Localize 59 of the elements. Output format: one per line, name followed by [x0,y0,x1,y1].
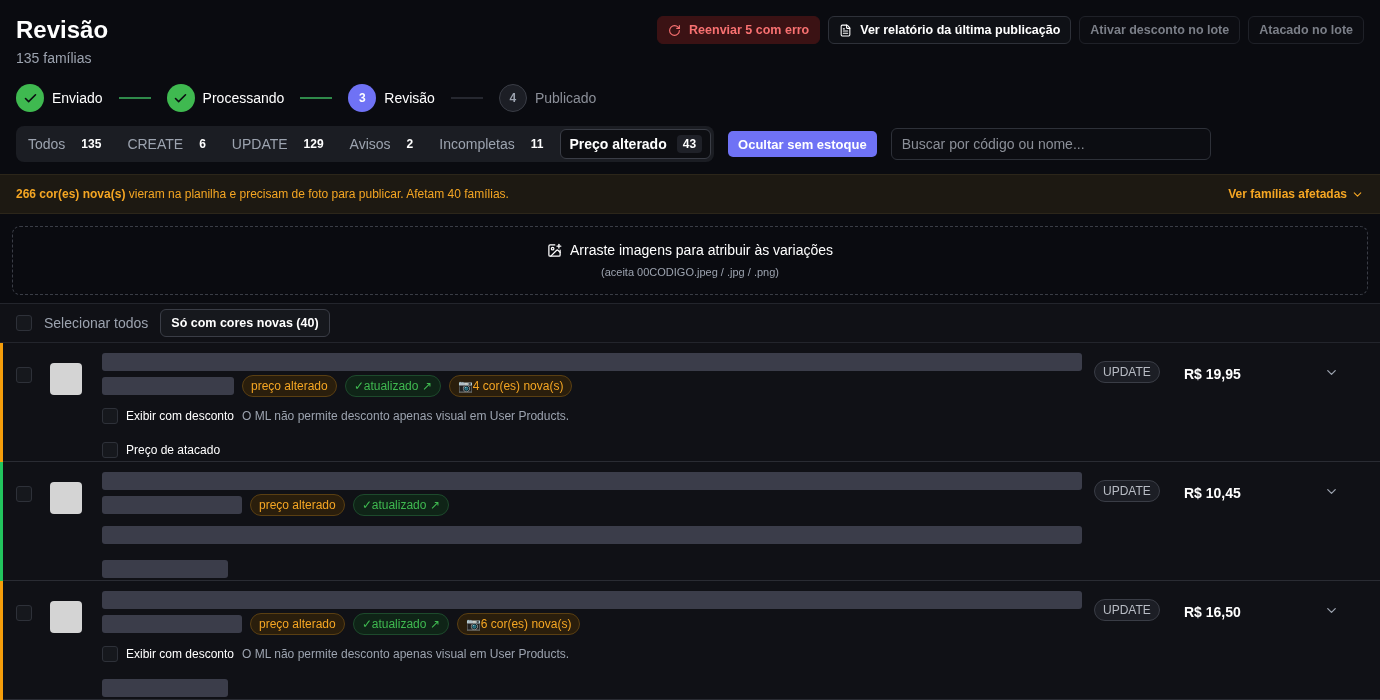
dropzone-title: Arraste imagens para atribuir às variações [570,242,833,259]
status-tag: preço alterado [250,494,345,516]
status-tag: preço alterado [242,375,337,397]
option-label: Exibir com desconto [126,647,235,661]
price: R$ 19,95 [1183,365,1241,382]
new-colors-filter-button[interactable]: Só com cores novas (40) [160,308,330,337]
step-label: Publicado [534,90,597,106]
select-all-label: Selecionar todos [44,314,149,331]
family-count: 135 famílias [16,50,93,66]
status-tag: preço alterado [250,613,345,635]
price: R$ 10,45 [1183,484,1241,501]
filter-tab[interactable]: Todos 135 [19,129,117,159]
product-thumbnail [50,601,82,633]
option-note: O ML não permite desconto apenas visual em User Products. [242,647,570,661]
checkbox[interactable] [102,646,118,662]
checkbox[interactable] [102,442,118,458]
step-label: Processando [202,90,285,106]
checkbox[interactable] [102,408,118,424]
page-title: Revisão [16,16,109,44]
row-checkbox[interactable] [16,367,32,383]
status-tag: ✓atualizado ↗ [344,375,441,397]
product-thumbnail [50,482,82,514]
warning-text: 266 cor(es) nova(s) vieram na planilha e precisam de foto para publicar. Afetam 40 famílias. [16,187,509,201]
row-checkbox[interactable] [16,486,32,502]
image-dropzone[interactable]: Arraste imagens para atribuir às variações (aceita 00CODIGO.jpeg / .jpg / .png) [12,226,1368,295]
image-add-icon [547,242,562,258]
action-button[interactable]: Ver relatório da última publicação [828,16,1072,44]
step-label: Revisão [384,90,435,106]
step-number: 4 [509,91,517,105]
affected-families-link[interactable]: Ver famílias afetadas [1228,187,1364,201]
type-badge: UPDATE [1094,361,1160,383]
status-tag: 📷6 cor(es) nova(s) [456,613,581,635]
search-field[interactable]: Buscar por código ou nome... [890,128,1211,160]
filter-tab[interactable]: Incompletas 11 [430,129,559,159]
step-label: Enviado [52,90,103,106]
retry-icon [668,23,682,37]
filter-tab[interactable]: CREATE 6 [118,129,221,159]
action-button[interactable]: Ativar desconto no lote [1079,16,1241,44]
filter-tab[interactable]: UPDATE 129 [222,129,339,159]
action-button[interactable]: Atacado no lote [1248,16,1364,44]
document-icon [839,23,853,37]
filter-tab[interactable]: Preço alterado 43 [560,129,712,159]
hide-out-of-stock-button[interactable]: Ocultar sem estoque [728,131,877,157]
type-badge: UPDATE [1094,480,1160,502]
option-label: Exibir com desconto [126,409,235,423]
status-tag: ✓atualizado ↗ [352,494,449,516]
type-badge: UPDATE [1094,599,1160,621]
row-checkbox[interactable] [16,605,32,621]
option-label: Preço de atacado [126,443,221,457]
status-tag: ✓atualizado ↗ [352,613,449,635]
option-note: O ML não permite desconto apenas visual em User Products. [242,409,570,423]
price: R$ 16,50 [1183,603,1241,620]
status-tag: 📷4 cor(es) nova(s) [448,375,573,397]
action-button[interactable]: Reenviar 5 com erro [657,16,821,44]
dropzone-hint: (aceita 00CODIGO.jpeg / .jpg / .png) [601,266,779,279]
product-thumbnail [50,363,82,395]
select-all-checkbox[interactable] [16,314,32,331]
filter-tab[interactable]: Avisos 2 [340,129,429,159]
step-number: 3 [358,91,366,105]
